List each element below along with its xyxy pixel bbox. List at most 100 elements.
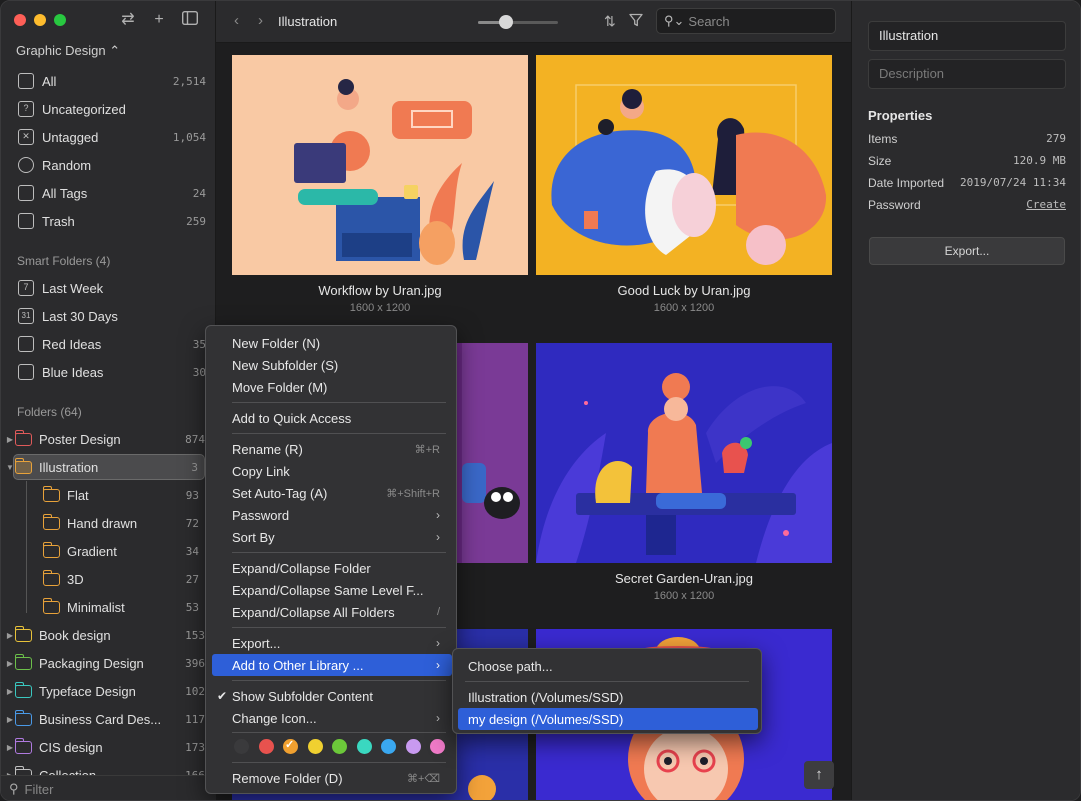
folder-poster-design[interactable]: ▶ Poster Design 874 <box>5 426 205 452</box>
create-password-link[interactable]: Create <box>1026 198 1066 214</box>
sidebar-item-trash[interactable]: Trash 259 <box>16 208 206 234</box>
sidebar-item-all-tags[interactable]: All Tags 24 <box>16 180 206 206</box>
calendar-icon: 31 <box>18 308 34 324</box>
folder-label: Gradient <box>67 543 117 559</box>
submenu-library-illustration[interactable]: Illustration (/Volumes/SSD) <box>458 686 758 708</box>
folder-count: 72 <box>185 516 199 530</box>
menu-item-new-folder[interactable]: New Folder (N) <box>212 332 452 354</box>
image-thumbnail[interactable] <box>536 343 832 563</box>
sidebar-item-untagged[interactable]: ✕ Untagged 1,054 <box>16 124 206 150</box>
smart-folders-heading: Smart Folders (4) <box>17 254 111 268</box>
sidebar-toggle-icon[interactable] <box>181 10 199 29</box>
smart-folder-last-30-days[interactable]: 31 Last 30 Days <box>16 303 206 329</box>
image-thumbnail[interactable] <box>536 55 832 275</box>
image-dimensions: 1600 x 1200 <box>653 302 715 314</box>
chevron-right-icon[interactable]: ▶ <box>5 687 15 696</box>
color-swatch-dark[interactable] <box>234 739 249 754</box>
chevron-right-icon[interactable]: ▶ <box>5 743 15 752</box>
back-arrow-icon[interactable]: ‹ <box>234 12 239 29</box>
add-icon[interactable]: + <box>150 11 168 29</box>
menu-item-expand-collapse-folder[interactable]: Expand/Collapse Folder <box>212 557 452 579</box>
menu-item-remove-folder[interactable]: Remove Folder (D) ⌘+⌫ <box>212 767 452 789</box>
menu-item-change-icon[interactable]: Change Icon... › <box>212 707 452 729</box>
chevron-right-icon[interactable]: ▶ <box>5 631 15 640</box>
chevron-down-icon[interactable]: ▼ <box>5 463 15 472</box>
image-card[interactable]: Secret Garden-Uran.jpg 1600 x 1200 <box>536 343 832 602</box>
menu-item-copy-link[interactable]: Copy Link <box>212 460 452 482</box>
sidebar-item-random[interactable]: Random <box>16 152 206 178</box>
folder-book-design[interactable]: ▶ Book design 153 <box>5 622 205 648</box>
zoom-slider[interactable] <box>478 21 558 24</box>
search-input[interactable]: ⚲⌄ Search <box>656 8 836 34</box>
folder-flat[interactable]: Flat 93 <box>33 482 199 508</box>
folder-typeface-design[interactable]: ▶ Typeface Design 102 <box>5 678 205 704</box>
sidebar-item-uncategorized[interactable]: ? Uncategorized <box>16 96 206 122</box>
menu-item-export[interactable]: Export... › <box>212 632 452 654</box>
export-button[interactable]: Export... <box>869 237 1065 265</box>
menu-item-add-to-other-library[interactable]: Add to Other Library ... › <box>212 654 452 676</box>
scroll-to-top-button[interactable]: ↑ <box>804 761 834 789</box>
trash-icon <box>18 213 34 229</box>
color-swatch-yellow[interactable] <box>307 739 323 754</box>
folder-name-field[interactable]: Illustration <box>868 21 1066 51</box>
menu-item-add-to-quick-access[interactable]: Add to Quick Access <box>212 407 452 429</box>
smart-folder-blue-ideas[interactable]: Blue Ideas 30 <box>16 359 206 385</box>
swap-icon[interactable]: ⇄ <box>119 11 137 29</box>
folder-illustration[interactable]: ▼ Illustration 3 <box>6 454 205 480</box>
description-field[interactable]: Description <box>868 59 1066 89</box>
sort-icon[interactable]: ⇅ <box>604 13 616 30</box>
app-window: ⇄ + Graphic Design ⌃ All 2,514 ? Uncategor… <box>0 0 1081 801</box>
library-switcher[interactable]: Graphic Design ⌃ <box>16 43 120 59</box>
sidebar-item-all[interactable]: All 2,514 <box>16 68 206 94</box>
folder-icon <box>14 737 32 754</box>
image-card[interactable]: Workflow by Uran.jpg 1600 x 1200 <box>232 55 528 314</box>
folder-cis-design[interactable]: ▶ CIS design 173 <box>5 734 205 760</box>
submenu-choose-path[interactable]: Choose path... <box>458 655 758 677</box>
menu-item-expand-collapse-same-level[interactable]: Expand/Collapse Same Level F... <box>212 579 452 601</box>
menu-item-move-folder[interactable]: Move Folder (M) <box>212 376 452 398</box>
folder-count: 874 <box>185 432 205 446</box>
menu-item-expand-collapse-all[interactable]: Expand/Collapse All Folders / <box>212 601 452 623</box>
chevron-right-icon: › <box>436 530 440 544</box>
menu-item-password[interactable]: Password › <box>212 504 452 526</box>
smart-folder-last-week[interactable]: 7 Last Week <box>16 275 206 301</box>
color-swatch-red[interactable] <box>258 739 274 754</box>
menu-item-sort-by[interactable]: Sort By › <box>212 526 452 548</box>
menu-item-new-subfolder[interactable]: New Subfolder (S) <box>212 354 452 376</box>
chevron-right-icon[interactable]: ▶ <box>5 659 15 668</box>
color-swatch-pink[interactable] <box>430 739 445 754</box>
color-swatch-green[interactable] <box>332 739 347 754</box>
chevron-right-icon[interactable]: ▶ <box>5 715 15 724</box>
sidebar-item-count: 1,054 <box>172 130 206 144</box>
image-dimensions: 1600 x 1200 <box>349 302 411 314</box>
chevron-right-icon[interactable]: ▶ <box>5 435 15 444</box>
folder-minimalist[interactable]: Minimalist 53 <box>33 594 199 620</box>
menu-item-rename[interactable]: Rename (R) ⌘+R <box>212 438 452 460</box>
color-swatch-aqua[interactable] <box>356 739 372 754</box>
menu-item-show-subfolder-content[interactable]: ✔ Show Subfolder Content <box>212 685 452 707</box>
image-card[interactable]: Good Luck by Uran.jpg 1600 x 1200 <box>536 55 832 314</box>
color-swatch-blue[interactable] <box>381 739 396 754</box>
sidebar-item-count: 35 <box>192 337 206 351</box>
color-swatch-orange[interactable] <box>283 738 298 754</box>
folder-3d[interactable]: 3D 27 <box>33 566 199 592</box>
minimize-window-button[interactable] <box>34 14 46 26</box>
filter-input[interactable]: Filter <box>25 782 54 797</box>
filter-bar[interactable]: ⚲ Filter <box>1 775 216 800</box>
color-swatch-purple[interactable] <box>405 739 421 754</box>
smart-folder-red-ideas[interactable]: Red Ideas 35 <box>16 331 206 357</box>
submenu-library-my-design[interactable]: my design (/Volumes/SSD) <box>458 708 758 730</box>
folder-hand-drawn[interactable]: Hand drawn 72 <box>33 510 199 536</box>
zoom-window-button[interactable] <box>54 14 66 26</box>
filter-icon[interactable] <box>629 13 643 30</box>
close-window-button[interactable] <box>14 14 26 26</box>
forward-arrow-icon[interactable]: › <box>258 12 263 29</box>
folder-packaging-design[interactable]: ▶ Packaging Design 396 <box>5 650 205 676</box>
library-name: Graphic Design <box>16 43 106 58</box>
zoom-slider-knob[interactable] <box>499 15 513 29</box>
menu-item-set-auto-tag[interactable]: Set Auto-Tag (A) ⌘+Shift+R <box>212 482 452 504</box>
sidebar-item-label: Red Ideas <box>42 336 102 352</box>
folder-gradient[interactable]: Gradient 34 <box>33 538 199 564</box>
folder-business-card-design[interactable]: ▶ Business Card Des... 117 <box>5 706 205 732</box>
image-thumbnail[interactable] <box>232 55 528 275</box>
